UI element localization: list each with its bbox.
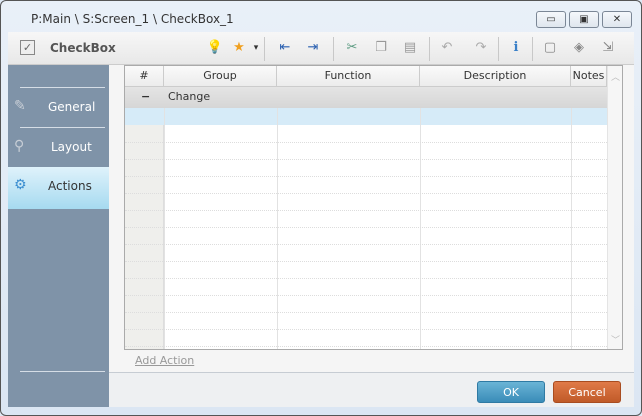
close-button[interactable]: ✕ xyxy=(602,11,632,28)
info-icon[interactable]: i xyxy=(507,39,525,57)
sidebar-item-label: General xyxy=(48,100,95,114)
column-header-number[interactable]: # xyxy=(125,66,164,87)
toolbar-separator xyxy=(532,37,533,61)
gears-icon: ⚙ xyxy=(14,177,27,193)
star-dropdown-icon[interactable]: ▾ xyxy=(252,39,260,57)
row-divider xyxy=(125,329,607,330)
row-divider xyxy=(125,176,607,177)
collapse-toggle[interactable]: − xyxy=(141,87,150,107)
row-divider xyxy=(125,312,607,313)
toolbar-separator xyxy=(498,37,499,61)
diamond-icon[interactable]: ◈ xyxy=(570,39,588,57)
lightbulb-icon[interactable]: 💡 xyxy=(206,39,224,57)
cut-icon[interactable]: ✂ xyxy=(343,39,361,57)
sidebar-item-label: Actions xyxy=(48,179,92,193)
checkbox-icon: ✓ xyxy=(20,40,35,55)
undo-icon[interactable]: ↶ xyxy=(438,39,456,57)
copy-icon[interactable]: ❐ xyxy=(372,39,390,57)
redo-icon[interactable]: ↷ xyxy=(472,39,490,57)
add-action-link[interactable]: Add Action xyxy=(135,354,194,367)
general-icon: ✎ xyxy=(14,98,26,114)
paste-icon[interactable]: ▤ xyxy=(401,39,419,57)
toolbar: ✓ CheckBox 💡 ★▾ ⇤ ⇥ ✂ ❐ ▤ ↶ ↷ i ▢ ◈ ⇲ xyxy=(8,32,634,65)
row-divider xyxy=(125,193,607,194)
ok-button[interactable]: OK xyxy=(477,381,545,403)
control-type-title: CheckBox xyxy=(50,41,116,55)
row-divider xyxy=(125,227,607,228)
group-label: Change xyxy=(168,87,210,107)
toolbar-separator xyxy=(429,37,430,61)
column-divider xyxy=(277,108,278,350)
export-icon[interactable]: ⇲ xyxy=(599,39,617,57)
divider xyxy=(20,371,105,372)
maximize-button[interactable]: ▣ xyxy=(569,11,599,28)
toolbar-separator xyxy=(333,37,334,61)
column-header-group[interactable]: Group xyxy=(164,66,277,87)
outdent-icon[interactable]: ⇤ xyxy=(276,39,294,57)
row-divider xyxy=(125,295,607,296)
column-divider xyxy=(571,108,572,350)
sidebar: ✎ General ⚲ Layout ⚙ Actions xyxy=(8,65,109,407)
row-divider xyxy=(125,210,607,211)
star-icon[interactable]: ★ xyxy=(230,39,248,57)
row-divider xyxy=(125,278,607,279)
window-title: P:Main \ S:Screen_1 \ CheckBox_1 xyxy=(31,12,234,26)
row-divider xyxy=(125,244,607,245)
column-header-description[interactable]: Description xyxy=(420,66,571,87)
vertical-scrollbar[interactable]: ︿﹀ xyxy=(607,66,623,349)
column-divider xyxy=(164,108,165,350)
layout-icon: ⚲ xyxy=(14,138,24,154)
sidebar-item-label: Layout xyxy=(51,140,92,154)
row-divider xyxy=(125,142,607,143)
column-divider xyxy=(420,108,421,350)
actions-grid: # Group Function Description Notes − Cha… xyxy=(124,65,623,350)
row-divider xyxy=(125,159,607,160)
row-divider xyxy=(125,261,607,262)
indent-icon[interactable]: ⇥ xyxy=(304,39,322,57)
toolbar-separator xyxy=(264,37,265,61)
column-header-notes[interactable]: Notes xyxy=(571,66,607,87)
row-divider xyxy=(125,346,607,347)
cancel-button[interactable]: Cancel xyxy=(553,381,621,403)
sidebar-item-general[interactable]: ✎ General xyxy=(8,88,109,128)
comment-icon[interactable]: ▢ xyxy=(541,39,559,57)
group-row-change[interactable]: − Change xyxy=(125,87,607,108)
sidebar-item-actions[interactable]: ⚙ Actions xyxy=(8,167,109,209)
selected-row[interactable] xyxy=(125,108,607,125)
minimize-button[interactable]: ▭ xyxy=(536,11,566,28)
sidebar-item-layout[interactable]: ⚲ Layout xyxy=(8,128,109,168)
column-header-function[interactable]: Function xyxy=(277,66,420,87)
